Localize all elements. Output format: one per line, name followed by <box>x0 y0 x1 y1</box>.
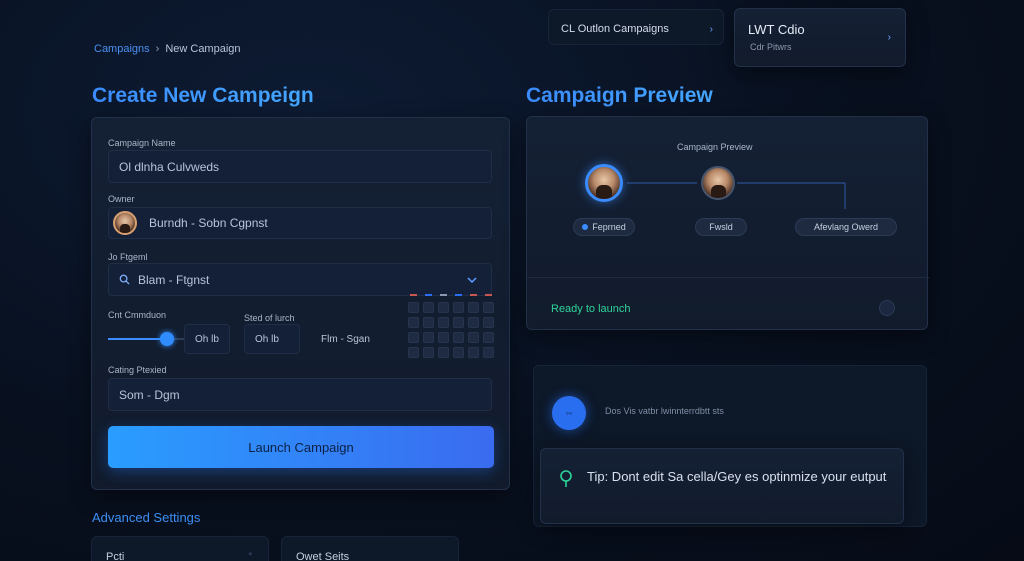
start-label: Sted of lurch <box>244 313 295 323</box>
calendar-cell[interactable] <box>423 332 434 343</box>
top-card-campaigns[interactable]: CL Outlon Campaigns › <box>548 9 724 45</box>
calendar-cell[interactable] <box>453 302 464 313</box>
lightbulb-icon <box>560 470 572 487</box>
owner-avatar <box>113 211 137 235</box>
info-text: Dos Vis vatbr lwinnterrdbtt sts <box>605 406 724 416</box>
launch-campaign-label: Launch Campaign <box>248 439 354 455</box>
campaign-name-label: Campaign Name <box>108 138 176 148</box>
calendar-cell[interactable] <box>408 317 419 328</box>
calendar-header-mark <box>485 294 492 296</box>
preview-title: Campaign Preview <box>526 84 713 107</box>
calendar-header-mark <box>425 294 432 296</box>
top-card-lwt[interactable]: LWT Cdio Cdr Pitwrs › <box>734 8 906 67</box>
divider <box>527 277 929 278</box>
flow-node-1-label: Feprned <box>592 222 626 232</box>
owner-label: Owner <box>108 194 135 204</box>
calendar-header-mark <box>440 294 447 296</box>
search-icon <box>119 274 130 285</box>
calendar-header-mark <box>455 294 462 296</box>
owner-value: Burndh - Sobn Cgpnst <box>149 216 268 230</box>
calendar-cell[interactable] <box>468 302 479 313</box>
top-card-lwt-title: LWT Cdio <box>748 22 805 37</box>
start-value: Oh lb <box>255 333 279 345</box>
duration-slider[interactable] <box>108 332 184 346</box>
priority-value: Som - Dgm <box>119 387 180 402</box>
flow-node-2[interactable]: Fwsld <box>695 218 747 236</box>
calendar-cell[interactable] <box>468 317 479 328</box>
top-card-lwt-subtitle: Cdr Pitwrs <box>750 42 792 52</box>
calendar-cell[interactable] <box>438 302 449 313</box>
flow-node-3[interactable]: Afevlang Owerd <box>795 218 897 236</box>
info-icon: ◦◦ <box>552 396 586 430</box>
campaign-name-value: Ol dlnha Culvweds <box>119 159 220 174</box>
preview-info-panel: ◦◦ Dos Vis vatbr lwinnterrdbtt sts Tip: … <box>533 365 927 527</box>
calendar-cell[interactable] <box>438 317 449 328</box>
start-range-value: Flm - Sgan <box>321 333 370 345</box>
tip-card: Tip: Dont edit Sa cella/Gey es optinmize… <box>540 448 904 524</box>
calendar-cell[interactable] <box>468 332 479 343</box>
slider-fill <box>108 338 167 340</box>
calendar-cell[interactable] <box>408 347 419 358</box>
create-form-panel: Campaign Name Ol dlnha Culvweds Owner Bu… <box>91 117 510 490</box>
priority-input[interactable]: Som - Dgm <box>108 378 492 411</box>
breadcrumb-separator: › <box>155 43 160 55</box>
calendar-cell[interactable] <box>483 317 494 328</box>
duration-value: Oh lb <box>195 333 219 345</box>
calendar-cell[interactable] <box>408 302 419 313</box>
target-select[interactable]: Blam - Ftgnst <box>108 263 492 296</box>
calendar-cell[interactable] <box>483 302 494 313</box>
calendar-cell[interactable] <box>423 302 434 313</box>
breadcrumb: Campaigns › New Campaign <box>94 43 241 55</box>
advanced-card-1[interactable]: Pcti ◦ <box>91 536 269 561</box>
calendar-header-mark <box>410 294 417 296</box>
ready-to-launch-label: Ready to launch <box>551 303 631 315</box>
preview-flow-panel: Campaign Preview Feprned Fwsld Afevlang … <box>526 116 929 330</box>
calendar-cell[interactable] <box>438 347 449 358</box>
advanced-card-2-label: Owet Seits <box>296 551 350 561</box>
calendar-cell[interactable] <box>483 332 494 343</box>
breadcrumb-parent[interactable]: Campaigns <box>94 43 150 55</box>
breadcrumb-current: New Campaign <box>165 43 241 55</box>
priority-label: Cating Ptexied <box>108 365 167 375</box>
chevron-right-icon: › <box>887 32 891 43</box>
calendar-cell[interactable] <box>453 332 464 343</box>
top-card-campaigns-title: CL Outlon Campaigns <box>561 23 669 35</box>
tip-text: Tip: Dont edit Sa cella/Gey es optinmize… <box>587 469 887 484</box>
calendar-grid[interactable] <box>408 294 498 358</box>
calendar-cell[interactable] <box>438 332 449 343</box>
target-label: Jo Ftgeml <box>108 252 148 262</box>
gear-icon: ◦ <box>248 549 252 560</box>
duration-input[interactable]: Oh lb <box>184 324 230 354</box>
start-input[interactable]: Oh lb <box>244 324 300 354</box>
calendar-cell[interactable] <box>408 332 419 343</box>
target-value: Blam - Ftgnst <box>138 272 210 287</box>
create-title: Create New Campeign <box>92 84 314 107</box>
flow-node-avatar-2 <box>701 166 735 200</box>
flow-node-3-label: Afevlang Owerd <box>813 222 879 232</box>
flow-node-1[interactable]: Feprned <box>573 218 635 236</box>
flow-node-avatar-1 <box>585 164 623 202</box>
owner-field[interactable]: Burndh - Sobn Cgpnst <box>108 207 492 239</box>
calendar-header-mark <box>470 294 477 296</box>
calendar-cell[interactable] <box>423 347 434 358</box>
flow-node-2-label: Fwsld <box>709 222 733 232</box>
status-dot-icon <box>582 224 589 230</box>
calendar-cell[interactable] <box>483 347 494 358</box>
chevron-right-icon: › <box>709 24 713 35</box>
calendar-cell[interactable] <box>453 347 464 358</box>
calendar-cell[interactable] <box>468 347 479 358</box>
campaign-name-input[interactable]: Ol dlnha Culvweds <box>108 150 492 183</box>
launch-campaign-button[interactable]: Launch Campaign <box>108 426 494 468</box>
calendar-cell[interactable] <box>423 317 434 328</box>
slider-handle[interactable] <box>160 332 174 346</box>
duration-label: Cnt Cmmduon <box>108 310 167 320</box>
advanced-card-2[interactable]: Owet Seits <box>281 536 459 561</box>
advanced-card-1-label: Pcti <box>106 551 125 561</box>
chevron-down-icon <box>467 277 477 283</box>
calendar-cell[interactable] <box>453 317 464 328</box>
advanced-settings-title: Advanced Settings <box>92 510 201 525</box>
status-icon <box>879 300 895 316</box>
start-range-input[interactable]: Flm - Sgan <box>310 324 400 354</box>
